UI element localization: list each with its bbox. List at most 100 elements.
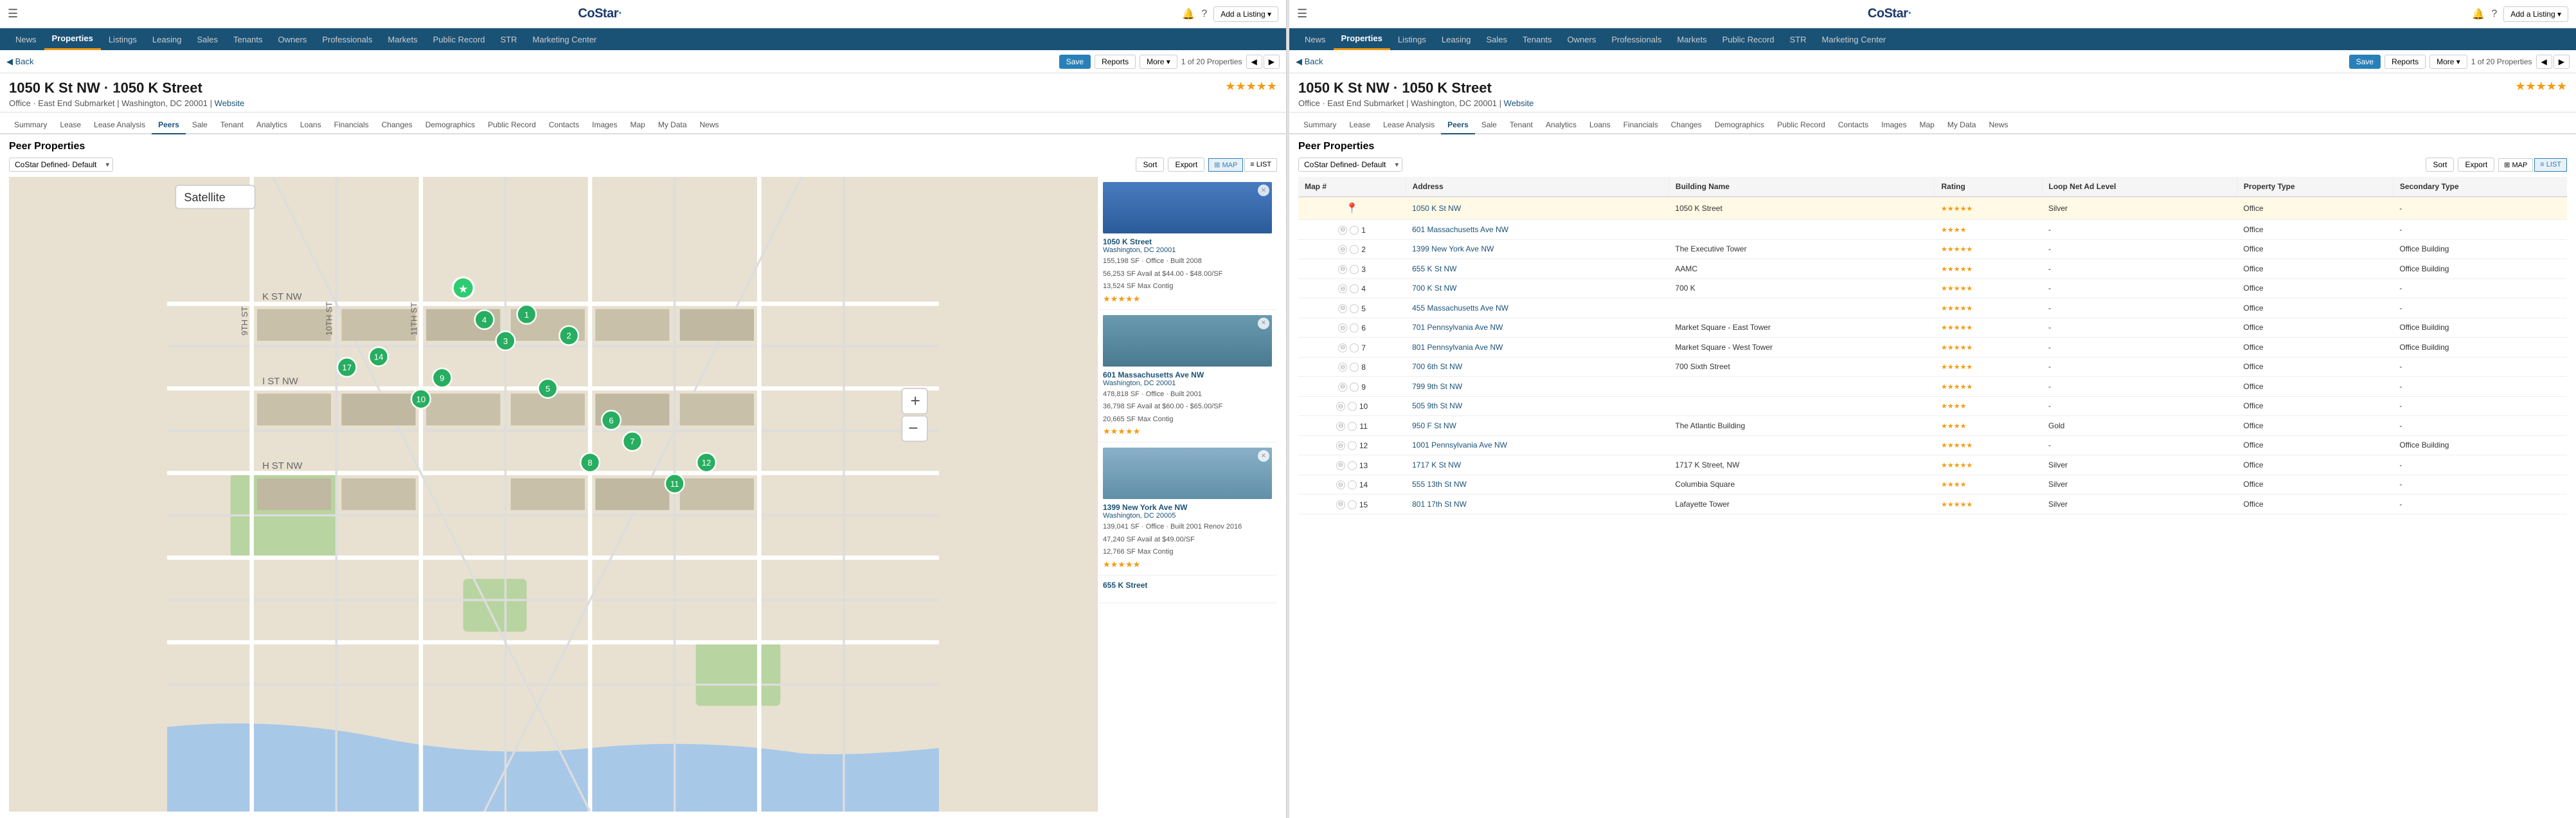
nav-news-right[interactable]: News (1297, 28, 1334, 50)
nav-owners-right[interactable]: Owners (1560, 28, 1604, 50)
nav-news[interactable]: News (8, 28, 44, 50)
cell-address-0[interactable]: 1050 K St NW (1406, 197, 1668, 220)
nav-sales-right[interactable]: Sales (1478, 28, 1515, 50)
tab-financials-right[interactable]: Financials (1617, 120, 1665, 134)
tab-lease-left[interactable]: Lease (53, 120, 87, 134)
tab-loans-right[interactable]: Loans (1583, 120, 1617, 134)
cell-address-14[interactable]: 555 13th St NW (1406, 475, 1668, 495)
tab-analytics-left[interactable]: Analytics (250, 120, 294, 134)
peers-dropdown-right[interactable]: CoStar Defined- Default (1298, 158, 1402, 172)
col-header-mapnum[interactable]: Map # (1298, 177, 1406, 197)
table-row-8[interactable]: ⊖ 8 700 6th St NW700 Sixth Street★★★★★-O… (1298, 357, 2567, 377)
prev-property-button[interactable]: ◀ (1246, 55, 1262, 69)
property-card-3[interactable]: 655 K Street (1098, 576, 1277, 603)
cell-address-15[interactable]: 801 17th St NW (1406, 495, 1668, 514)
map-area-left[interactable]: K ST NW I ST NW H ST NW 9TH ST 10TH ST 1… (9, 177, 1097, 812)
peers-dropdown-wrapper-right[interactable]: CoStar Defined- Default (1298, 158, 1402, 172)
row-circle-icon[interactable] (1350, 363, 1359, 372)
cell-address-10[interactable]: 505 9th St NW (1406, 396, 1668, 416)
table-row-12[interactable]: ⊖ 12 1001 Pennsylvania Ave NW★★★★★-Offic… (1298, 435, 2567, 455)
col-header-rating[interactable]: Rating (1935, 177, 2042, 197)
col-header-loopnet[interactable]: Loop Net Ad Level (2042, 177, 2237, 197)
tab-public-record-left[interactable]: Public Record (481, 120, 542, 134)
row-circle-icon[interactable] (1348, 402, 1357, 411)
nav-sales[interactable]: Sales (189, 28, 226, 50)
cell-address-13[interactable]: 1717 K St NW (1406, 455, 1668, 475)
nav-str[interactable]: STR (493, 28, 525, 50)
row-minus-icon[interactable]: ⊖ (1338, 304, 1347, 313)
map-view-button-left[interactable]: ⊞ MAP (1208, 158, 1243, 172)
property-card-0[interactable]: ✕ 1050 K Street Washington, DC 20001 155… (1098, 177, 1277, 310)
tab-images-right[interactable]: Images (1875, 120, 1913, 134)
tab-news-left[interactable]: News (693, 120, 726, 134)
row-circle-icon[interactable] (1348, 480, 1357, 489)
nav-professionals[interactable]: Professionals (314, 28, 380, 50)
row-minus-icon[interactable]: ⊖ (1338, 343, 1347, 352)
tab-lease-analysis-right[interactable]: Lease Analysis (1377, 120, 1441, 134)
help-icon[interactable]: ? (1201, 8, 1207, 20)
next-property-button[interactable]: ▶ (1264, 55, 1280, 69)
table-row-2[interactable]: ⊖ 2 1399 New York Ave NWThe Executive To… (1298, 239, 2567, 259)
property-card-1[interactable]: ✕ 601 Massachusetts Ave NW Washington, D… (1098, 310, 1277, 443)
card-close-1[interactable]: ✕ (1258, 318, 1269, 329)
table-row-6[interactable]: ⊖ 6 701 Pennsylvania Ave NWMarket Square… (1298, 318, 2567, 338)
row-minus-icon[interactable]: ⊖ (1338, 245, 1347, 254)
peers-dropdown-wrapper-left[interactable]: CoStar Defined- Default (9, 158, 113, 172)
nav-owners[interactable]: Owners (271, 28, 315, 50)
tab-mydata-left[interactable]: My Data (652, 120, 693, 134)
website-link-left[interactable]: Website (215, 98, 245, 108)
nav-properties-right[interactable]: Properties (1334, 28, 1390, 50)
table-row-5[interactable]: ⊖ 5 455 Massachusetts Ave NW★★★★★-Office… (1298, 298, 2567, 318)
col-header-sectype[interactable]: Secondary Type (2393, 177, 2567, 197)
cell-address-2[interactable]: 1399 New York Ave NW (1406, 239, 1668, 259)
cell-address-3[interactable]: 655 K St NW (1406, 259, 1668, 279)
sort-button-left[interactable]: Sort (1136, 158, 1164, 172)
nav-leasing-right[interactable]: Leasing (1434, 28, 1479, 50)
nav-marketing-center-right[interactable]: Marketing Center (1814, 28, 1894, 50)
cell-address-4[interactable]: 700 K St NW (1406, 278, 1668, 298)
tab-peers-right[interactable]: Peers (1441, 120, 1475, 134)
row-minus-icon[interactable]: ⊖ (1338, 323, 1347, 332)
row-minus-icon[interactable]: ⊖ (1338, 383, 1347, 392)
row-minus-icon[interactable]: ⊖ (1338, 265, 1347, 274)
tab-contacts-right[interactable]: Contacts (1832, 120, 1875, 134)
nav-listings[interactable]: Listings (101, 28, 145, 50)
cell-address-6[interactable]: 701 Pennsylvania Ave NW (1406, 318, 1668, 338)
card-address-0[interactable]: 1050 K Street (1103, 237, 1272, 246)
row-circle-icon[interactable] (1350, 245, 1359, 254)
cell-address-7[interactable]: 801 Pennsylvania Ave NW (1406, 338, 1668, 358)
cell-address-9[interactable]: 799 9th St NW (1406, 377, 1668, 397)
nav-tenants[interactable]: Tenants (226, 28, 271, 50)
tab-mydata-right[interactable]: My Data (1941, 120, 1983, 134)
table-row-15[interactable]: ⊖ 15 801 17th St NWLafayette Tower★★★★★S… (1298, 495, 2567, 514)
tab-public-record-right[interactable]: Public Record (1771, 120, 1832, 134)
tab-lease-analysis-left[interactable]: Lease Analysis (87, 120, 152, 134)
reports-button[interactable]: Reports (1095, 55, 1136, 69)
tab-tenant-right[interactable]: Tenant (1503, 120, 1539, 134)
row-circle-icon[interactable] (1350, 265, 1359, 274)
tab-demographics-left[interactable]: Demographics (419, 120, 481, 134)
col-header-address[interactable]: Address (1406, 177, 1668, 197)
row-minus-icon[interactable]: ⊖ (1338, 284, 1347, 293)
nav-markets-right[interactable]: Markets (1669, 28, 1714, 50)
hamburger-icon-right[interactable]: ☰ (1297, 7, 1307, 21)
nav-tenants-right[interactable]: Tenants (1515, 28, 1560, 50)
table-row-1[interactable]: ⊖ 1 601 Massachusetts Ave NW★★★★-Office- (1298, 220, 2567, 240)
save-button[interactable]: Save (1059, 55, 1091, 69)
cell-address-5[interactable]: 455 Massachusetts Ave NW (1406, 298, 1668, 318)
row-minus-icon[interactable]: ⊖ (1336, 422, 1345, 431)
row-circle-icon[interactable] (1350, 383, 1359, 392)
table-row-13[interactable]: ⊖ 13 1717 K St NW1717 K Street, NW★★★★★S… (1298, 455, 2567, 475)
nav-marketing-center[interactable]: Marketing Center (525, 28, 605, 50)
tab-demographics-right[interactable]: Demographics (1708, 120, 1771, 134)
sort-button-right[interactable]: Sort (2426, 158, 2454, 172)
reports-button-right[interactable]: Reports (2384, 55, 2426, 69)
card-address-1[interactable]: 601 Massachusetts Ave NW (1103, 370, 1272, 379)
more-button[interactable]: More ▾ (1140, 55, 1177, 69)
nav-properties[interactable]: Properties (44, 28, 101, 50)
nav-public-record-right[interactable]: Public Record (1715, 28, 1782, 50)
table-row-9[interactable]: ⊖ 9 799 9th St NW★★★★★-Office- (1298, 377, 2567, 397)
row-minus-icon[interactable]: ⊖ (1336, 461, 1345, 470)
col-header-building[interactable]: Building Name (1668, 177, 1935, 197)
tab-summary-left[interactable]: Summary (8, 120, 53, 134)
